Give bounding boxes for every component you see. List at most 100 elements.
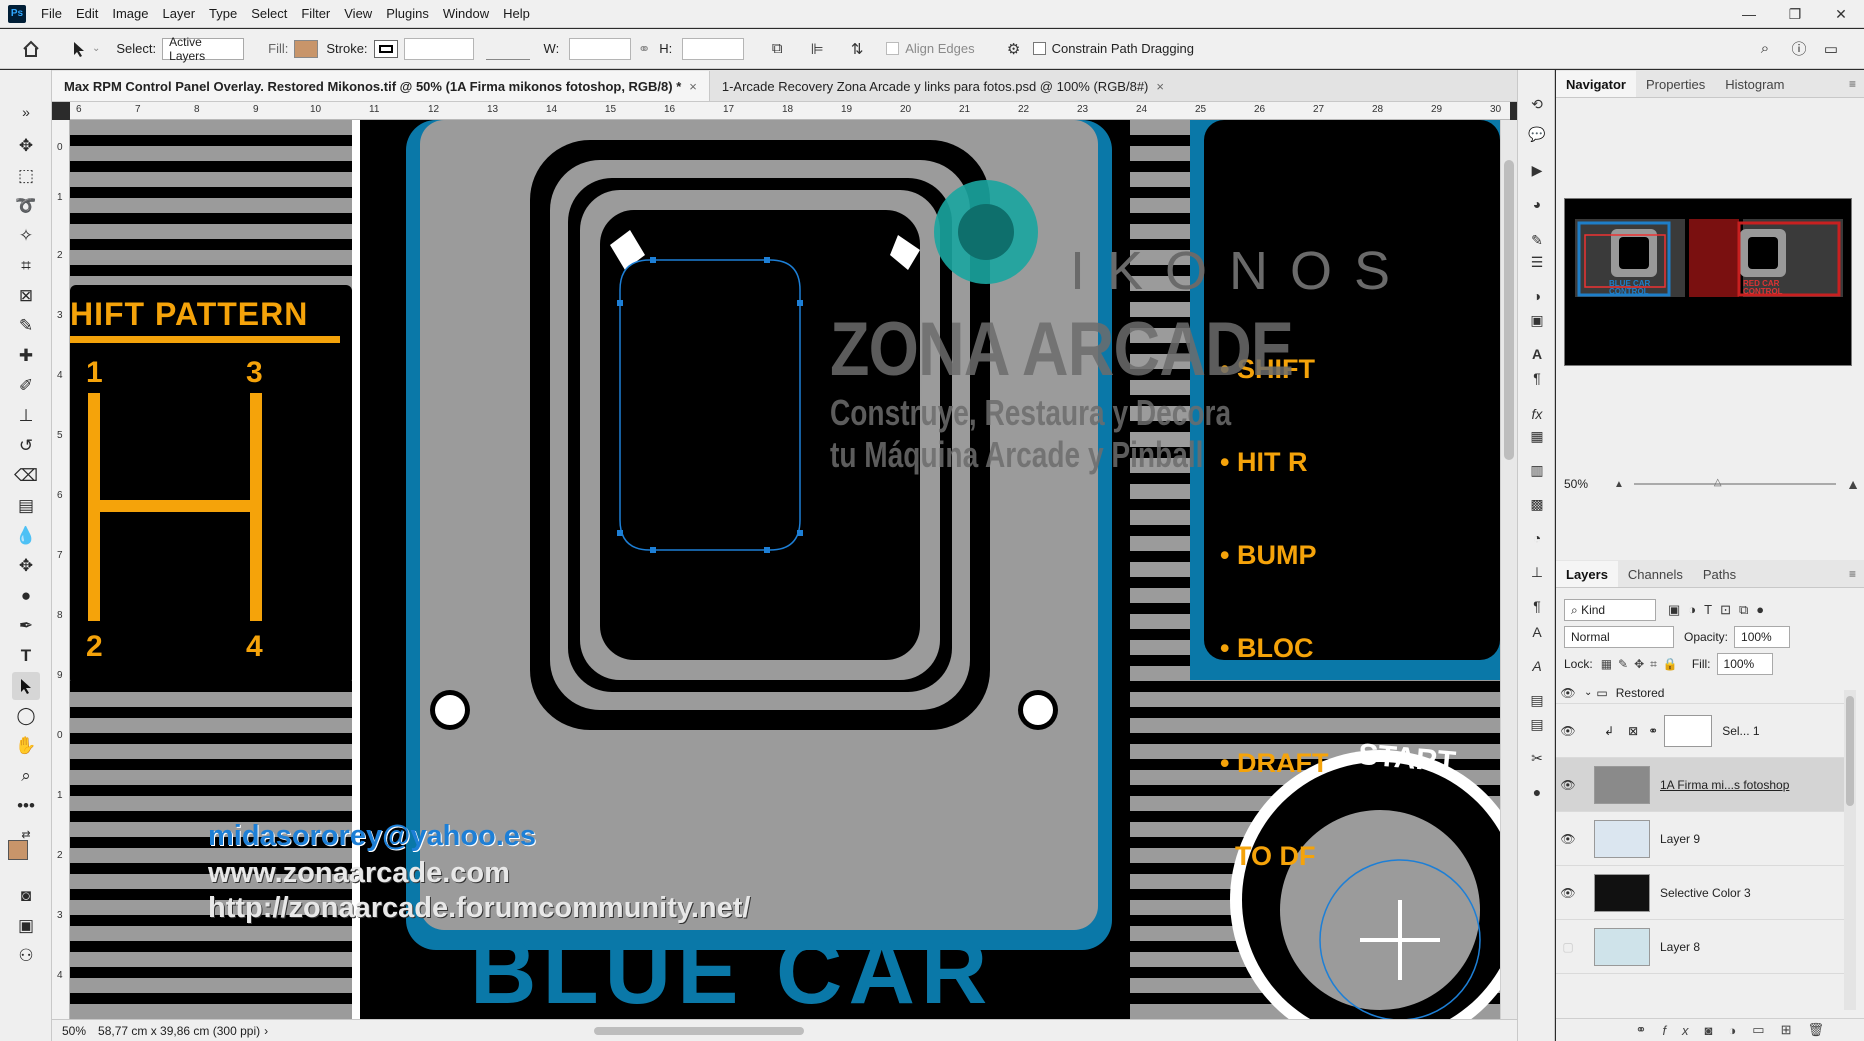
zoom-out-icon[interactable]: ▲ [1614, 479, 1624, 490]
menu-view[interactable]: View [337, 6, 379, 21]
tab-channels[interactable]: Channels [1618, 561, 1693, 587]
layer-row-selected[interactable]: 👁 1A Firma mi...s fotoshop [1556, 758, 1852, 812]
marquee-tool-icon[interactable]: ⬚ [12, 162, 40, 190]
link-icon[interactable]: ⚭ [631, 36, 657, 62]
menu-edit[interactable]: Edit [69, 6, 105, 21]
eyedropper-icon[interactable]: ✎ [12, 312, 40, 340]
menu-filter[interactable]: Filter [294, 6, 337, 21]
shapes-icon[interactable]: ◔ [1527, 528, 1547, 548]
stamp-icon[interactable]: ⊥ [1527, 562, 1547, 582]
dodge-tool-icon[interactable]: ● [12, 582, 40, 610]
quick-mask-icon[interactable]: ◙ [12, 882, 40, 910]
3d-icon[interactable]: ● [1527, 782, 1547, 802]
panel-menu-icon[interactable]: ≡ [1849, 77, 1864, 97]
eye-icon[interactable]: 👁 [1556, 758, 1580, 812]
menu-select[interactable]: Select [244, 6, 294, 21]
color-icon[interactable]: ◕ [1527, 194, 1547, 214]
close-window-button[interactable]: ✕ [1818, 0, 1864, 28]
zoom-slider[interactable]: △ [1633, 477, 1837, 488]
paragraph-styles-icon[interactable]: ¶ [1527, 596, 1547, 616]
opacity-field[interactable]: 100% [1734, 626, 1791, 648]
tab-properties[interactable]: Properties [1636, 71, 1715, 97]
navigator-zoom-value[interactable]: 50% [1564, 477, 1614, 491]
glyphs-icon[interactable]: A [1527, 656, 1547, 676]
notes-icon[interactable]: ▤ [1527, 714, 1547, 734]
table-icon[interactable]: ▦ [1527, 426, 1547, 446]
filter-type-icons[interactable]: ▣◑T⊡⧉● [1668, 602, 1772, 618]
patterns-icon[interactable]: ▩ [1527, 494, 1547, 514]
more-tools-icon[interactable]: ••• [12, 792, 40, 820]
stroke-type-dropdown[interactable] [485, 38, 530, 60]
fill-field[interactable]: 100% [1716, 653, 1773, 675]
paragraph-icon[interactable]: ¶ [1527, 368, 1547, 388]
gear-icon[interactable]: ⚙ [1001, 36, 1027, 62]
layer-thumbnail[interactable] [1594, 873, 1650, 912]
eye-icon[interactable]: 👁 [1556, 812, 1580, 866]
fx-icon[interactable]: fx [1527, 404, 1547, 424]
layer-thumbnail[interactable] [1594, 765, 1650, 804]
magic-wand-icon[interactable]: ✧ [12, 222, 40, 250]
panel-menu-icon[interactable]: ≡ [1849, 567, 1864, 587]
menu-image[interactable]: Image [105, 6, 155, 21]
path-arrangement-icon[interactable]: ⇅ [844, 36, 870, 62]
select-dropdown[interactable]: Active Layers [162, 35, 245, 63]
close-icon[interactable]: × [1156, 79, 1164, 94]
hand-tool-icon[interactable]: ✋ [12, 732, 40, 760]
layer-row[interactable]: 👁 ↲ ⊠ ⚭ Sel... 1 [1556, 704, 1852, 758]
healing-brush-icon[interactable]: ✚ [12, 342, 40, 370]
zoom-tool-icon[interactable]: ⌕ [12, 762, 40, 790]
comments-icon[interactable]: 💬 [1527, 124, 1547, 144]
move-tool-icon[interactable]: ✥ [12, 132, 40, 160]
zoom-slider-thumb[interactable]: △ [1714, 477, 1722, 488]
history-icon[interactable]: ⟲ [1527, 94, 1547, 114]
new-group-icon[interactable]: ▭ [1752, 1022, 1780, 1038]
visibility-toggle[interactable]: ▢ [1556, 920, 1580, 974]
tab-document-2[interactable]: 1-Arcade Recovery Zona Arcade y links pa… [710, 71, 1176, 101]
brush-tool-icon[interactable]: ✐ [12, 372, 40, 400]
stroke-width-field[interactable] [403, 37, 474, 60]
layers-scrollbar[interactable] [1844, 690, 1856, 1010]
menu-file[interactable]: File [34, 6, 69, 21]
collapse-icon[interactable]: » [12, 98, 40, 126]
eraser-icon[interactable]: ⌫ [12, 462, 40, 490]
tab-paths[interactable]: Paths [1693, 561, 1746, 587]
lasso-tool-icon[interactable]: ➰ [12, 192, 40, 220]
menu-window[interactable]: Window [436, 6, 496, 21]
clone-stamp-icon[interactable]: ⊥ [12, 402, 40, 430]
tab-layers[interactable]: Layers [1556, 561, 1618, 587]
path-selection-tool-icon[interactable] [12, 672, 40, 700]
fill-swatch[interactable] [294, 39, 319, 58]
layer-thumbnail[interactable] [1594, 819, 1650, 858]
edit-toolbar-icon[interactable]: ⚇ [12, 942, 40, 970]
lock-icons[interactable]: ▦✎✥⌗🔒 [1601, 657, 1684, 672]
zoom-in-icon[interactable]: ▲ [1846, 476, 1860, 492]
workspace-icon[interactable]: ▭ [1818, 36, 1844, 62]
menu-help[interactable]: Help [496, 6, 537, 21]
gradients-icon[interactable]: ▥ [1527, 460, 1547, 480]
align-edges-checkbox[interactable] [886, 42, 900, 55]
layer-thumbnail[interactable] [1594, 927, 1650, 966]
styles-icon[interactable]: ◑ [1527, 286, 1547, 306]
path-operations-icon[interactable]: ⧉ [764, 36, 790, 62]
document-canvas[interactable]: HIFT PATTERN 1 3 2 4 • SHIFT • HIT R • B… [70, 120, 1500, 1019]
blur-tool-icon[interactable]: 💧 [12, 522, 40, 550]
chevron-down-icon[interactable]: ⌄ [1584, 687, 1592, 698]
pen-tool-icon[interactable]: ✒ [12, 612, 40, 640]
timeline-icon[interactable]: ▤ [1527, 690, 1547, 710]
ellipse-tool-icon[interactable]: ◯ [12, 702, 40, 730]
history-brush-icon[interactable]: ↺ [12, 432, 40, 460]
height-field[interactable] [682, 37, 745, 60]
navigator-thumbnail[interactable]: BLUE CAR CONTROL RED CAR CONTROL [1564, 198, 1852, 366]
path-selection-tool-icon[interactable] [66, 36, 92, 62]
menu-layer[interactable]: Layer [156, 6, 203, 21]
tab-histogram[interactable]: Histogram [1715, 71, 1794, 97]
mask-thumbnail[interactable] [1664, 714, 1713, 747]
help-icon[interactable]: ⓘ [1786, 36, 1812, 62]
character-icon[interactable]: A [1527, 344, 1547, 364]
maximize-button[interactable]: ❐ [1772, 0, 1818, 28]
tab-navigator[interactable]: Navigator [1556, 71, 1636, 97]
home-icon[interactable] [18, 36, 44, 62]
scroll-thumb[interactable] [1846, 696, 1854, 806]
eye-icon[interactable]: 👁 [1556, 866, 1580, 920]
fx-icon[interactable]: fx [1662, 1023, 1704, 1038]
